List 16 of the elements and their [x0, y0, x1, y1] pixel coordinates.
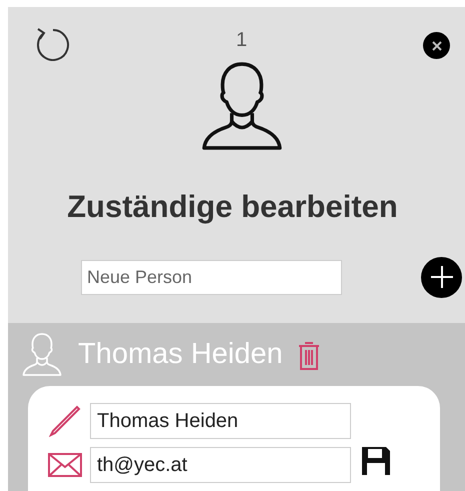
person-icon	[200, 62, 282, 150]
person-icon	[22, 333, 62, 376]
close-button[interactable]	[423, 32, 450, 59]
plus-icon	[430, 266, 452, 288]
save-icon[interactable]	[361, 446, 391, 476]
envelope-icon	[48, 453, 82, 477]
counter: 1	[236, 28, 248, 50]
trash-icon[interactable]	[298, 340, 320, 370]
new-person-field[interactable]: Neue Person	[81, 260, 342, 294]
close-icon	[432, 40, 442, 50]
dialog-title: Zuständige bearbeiten	[66, 188, 399, 226]
pencil-icon	[49, 405, 81, 437]
add-button[interactable]	[421, 256, 462, 298]
person-name: Thomas Heiden	[78, 340, 283, 369]
email-field[interactable]: th@yec.at	[90, 447, 351, 483]
name-field[interactable]: Thomas Heiden	[90, 403, 351, 439]
